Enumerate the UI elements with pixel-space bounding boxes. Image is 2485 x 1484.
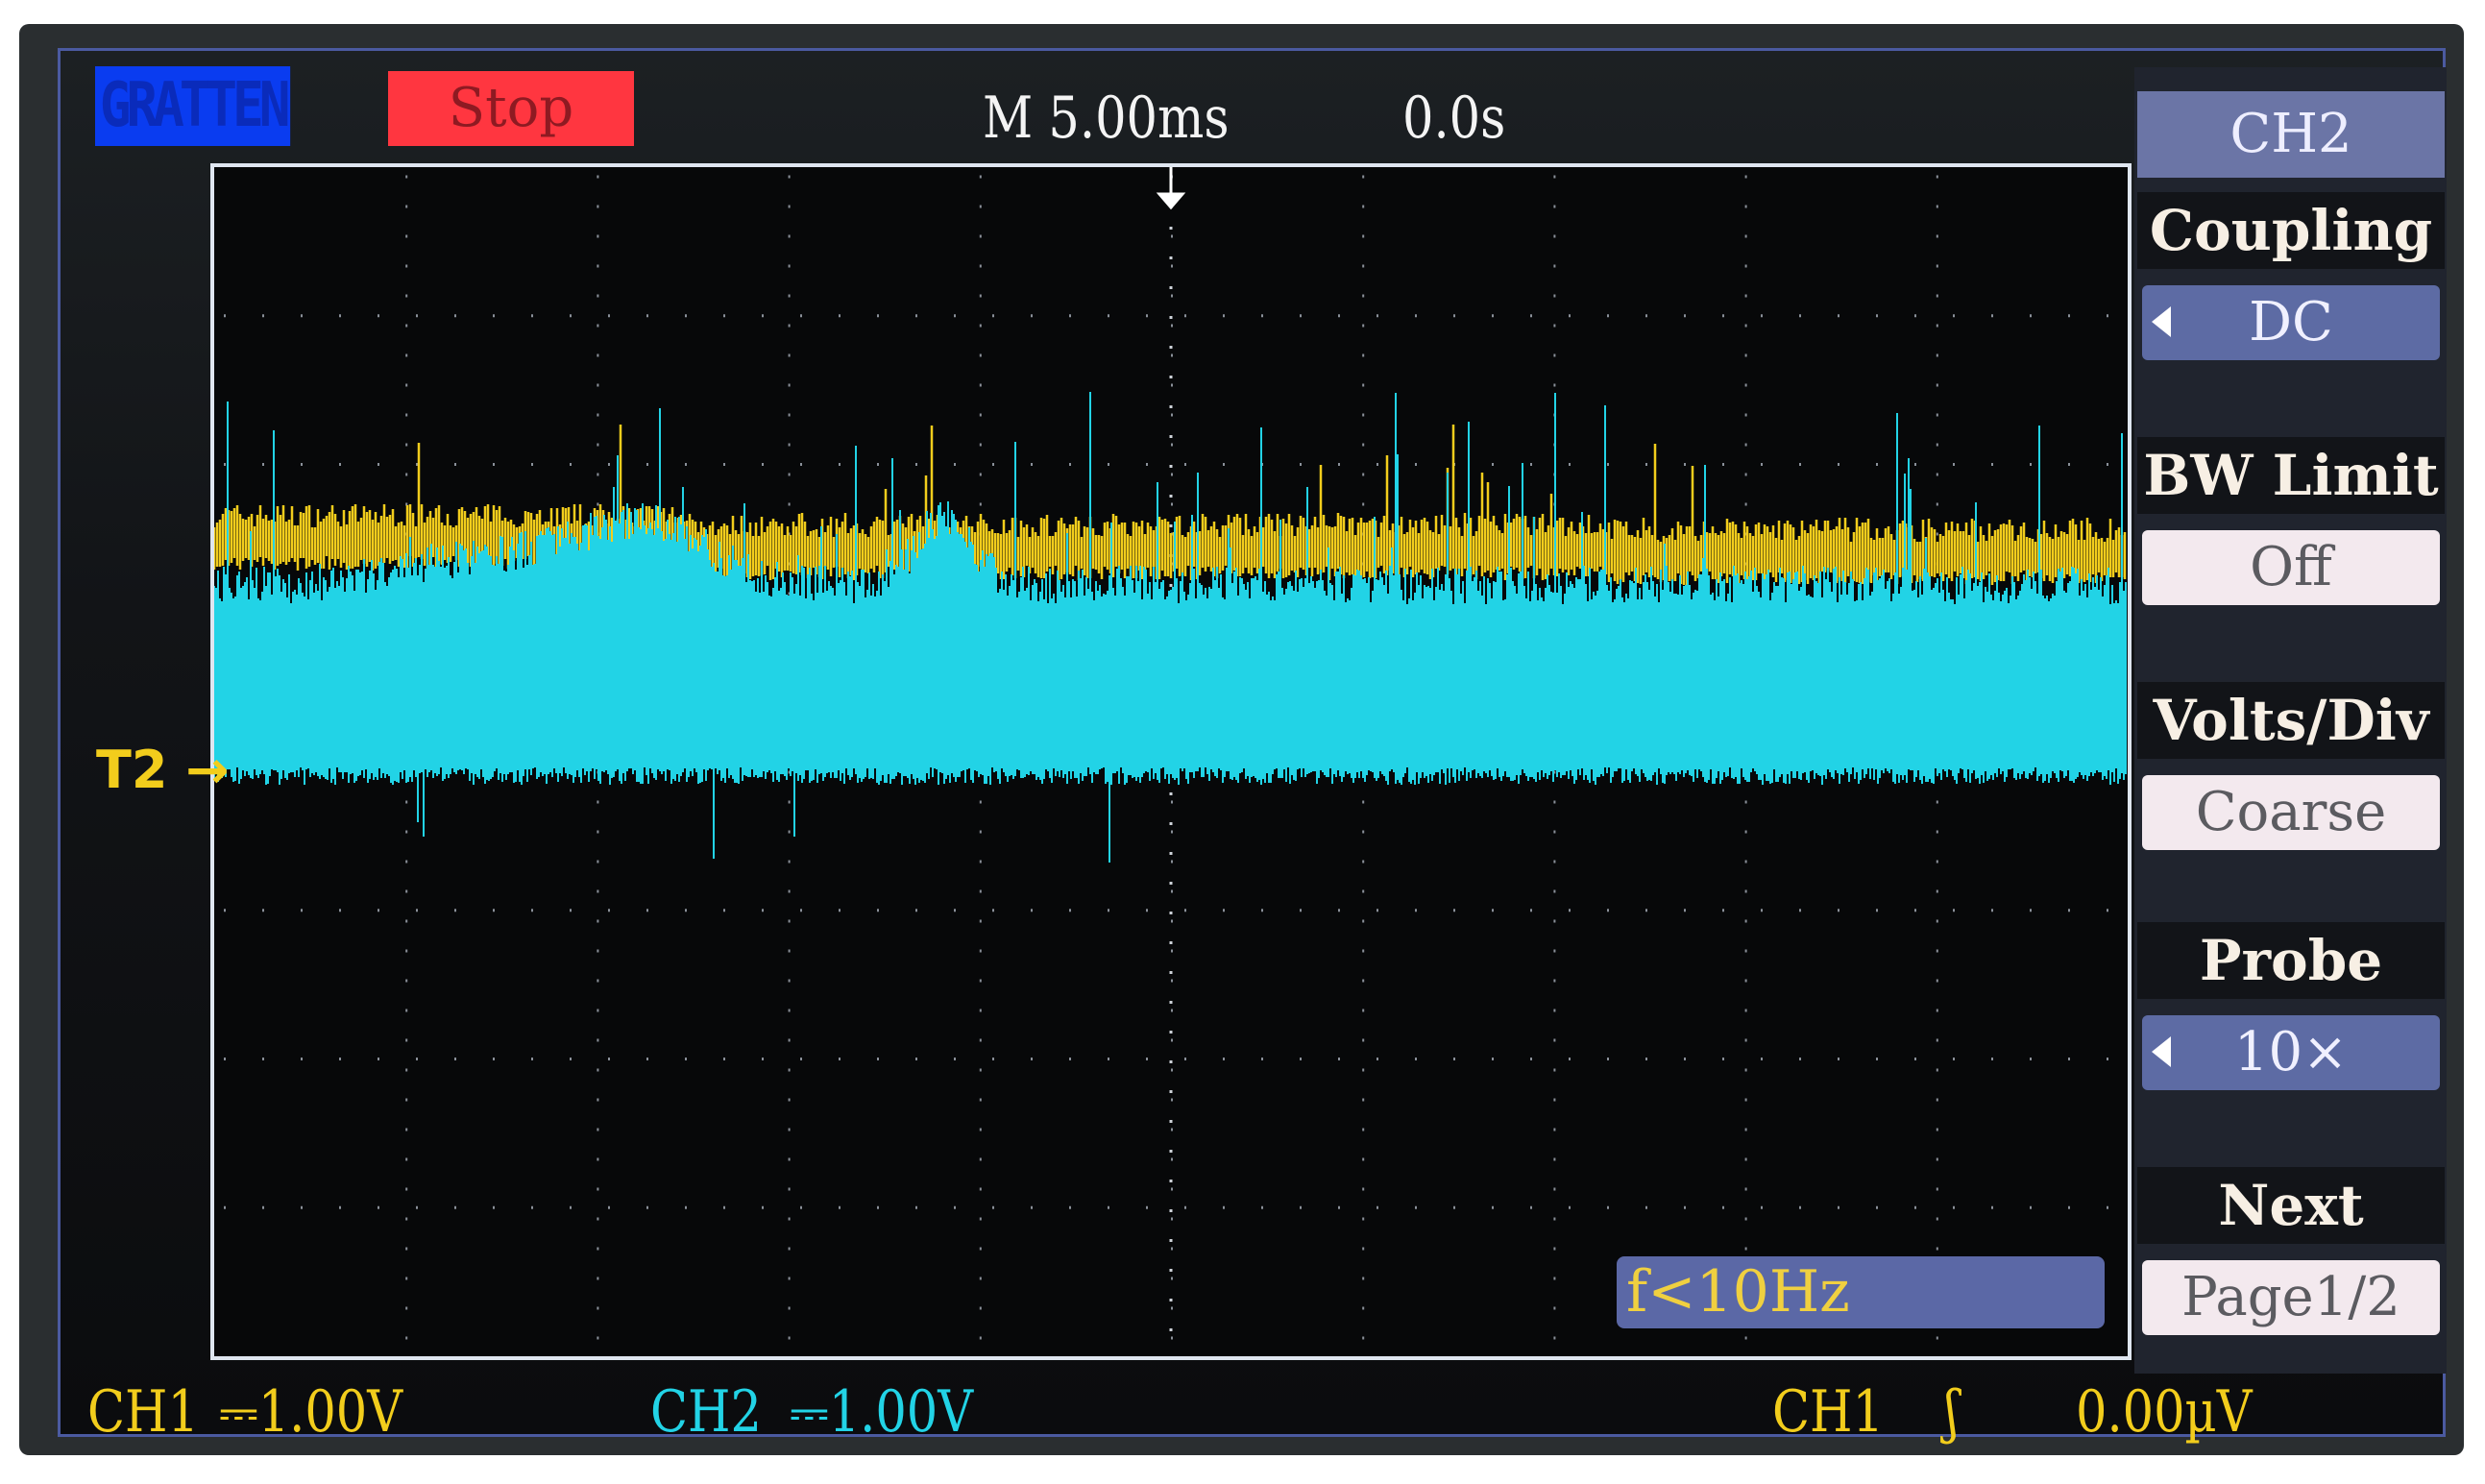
waveform-canvas	[214, 167, 2127, 1340]
trigger-position-arrow-icon	[1156, 167, 1186, 210]
menu-item-value-text: Off	[2250, 536, 2332, 598]
menu-item-value-text: 10×	[2233, 1021, 2349, 1083]
menu-item-value[interactable]: Off	[2142, 530, 2440, 605]
menu-item-label[interactable]: Probe	[2137, 922, 2445, 999]
menu-item-value-text: DC	[2249, 291, 2333, 353]
trigger-source: CH1	[1772, 1378, 1884, 1446]
frequency-readout: f<10Hz	[1617, 1256, 2105, 1328]
menu-item-value-text: Page1/2	[2181, 1266, 2400, 1328]
ch2-scale: ⎓1.00V	[790, 1378, 974, 1446]
menu-item-value-text: Coarse	[2195, 781, 2387, 843]
ch1-scale: ⎓1.00V	[219, 1378, 403, 1446]
menu-item-label[interactable]: Coupling	[2137, 192, 2445, 269]
selector-arrow-icon	[2152, 1036, 2171, 1067]
selector-arrow-icon	[2152, 306, 2171, 337]
menu-item-value[interactable]: 10×	[2142, 1015, 2440, 1090]
run-stop-status[interactable]: Stop	[388, 71, 634, 146]
trigger-edge-icon: ʃ	[1945, 1378, 1959, 1446]
ch2-waveform	[214, 392, 2127, 863]
menu-title: CH2	[2137, 91, 2445, 178]
trigger-level: 0.00µV	[2076, 1378, 2253, 1446]
ch2-ground-marker[interactable]: T2 →	[96, 740, 229, 800]
brand-logo: GRATTEN	[95, 66, 290, 146]
menu-item-value[interactable]: DC	[2142, 285, 2440, 360]
waveform-display	[210, 163, 2132, 1360]
menu-item-value[interactable]: Page1/2	[2142, 1260, 2440, 1335]
menu-item-value[interactable]: Coarse	[2142, 775, 2440, 850]
timebase-readout: M 5.00ms	[983, 85, 1230, 152]
menu-item-label[interactable]: Next Page	[2137, 1167, 2445, 1315]
ch1-label: CH1	[87, 1378, 199, 1446]
ch2-label: CH2	[650, 1378, 762, 1446]
menu-item-label[interactable]: Volts/Div	[2137, 682, 2445, 759]
menu-item-label[interactable]: BW Limit	[2137, 437, 2445, 514]
trigger-position-readout: 0.0s	[1402, 85, 1506, 152]
